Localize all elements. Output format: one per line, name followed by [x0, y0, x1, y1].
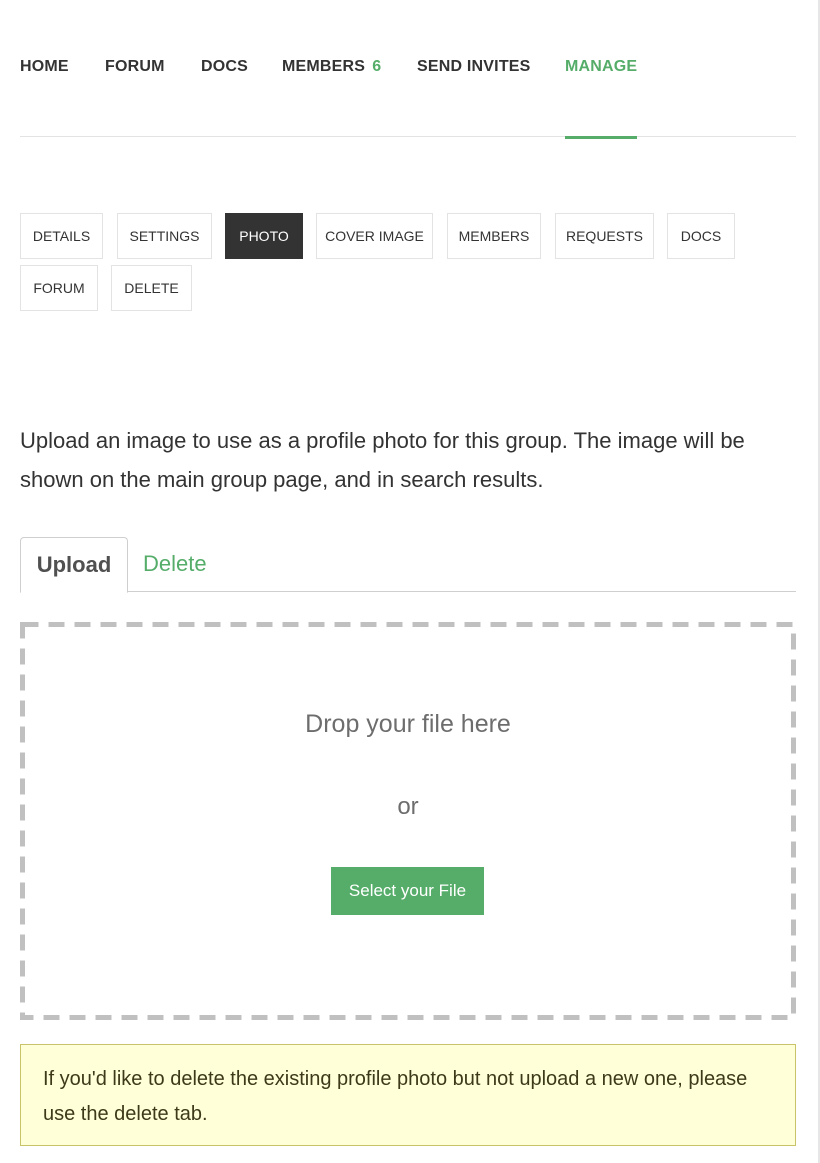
nav-forum-label: FORUM: [105, 58, 165, 75]
intro-text: Upload an image to use as a profile phot…: [20, 428, 745, 492]
nav-home[interactable]: HOME: [20, 58, 69, 137]
photo-tabs: Upload Delete: [20, 537, 796, 593]
subnav-cover-image-label: COVER IMAGE: [325, 228, 424, 244]
subnav-photo[interactable]: PHOTO: [225, 213, 303, 259]
tab-upload[interactable]: Upload: [20, 537, 128, 593]
nav-docs-label: DOCS: [201, 58, 249, 75]
members-count-badge: 6: [372, 58, 382, 75]
nav-manage[interactable]: MANAGE: [565, 58, 638, 139]
subnav-forum-label: FORUM: [33, 280, 85, 296]
subnav-requests-label: REQUESTS: [565, 228, 643, 244]
subnav-photo-label: PHOTO: [239, 228, 289, 244]
tab-upload-label: Upload: [36, 552, 112, 577]
nav-send-invites[interactable]: SEND INVITES: [417, 58, 531, 137]
nav-members-label: MEMBERS: [282, 58, 366, 75]
file-dropzone[interactable]: Drop your file here or Select your File: [20, 622, 796, 1020]
subnav-docs[interactable]: DOCS: [667, 213, 735, 259]
nav-members[interactable]: MEMBERS 6: [282, 58, 381, 137]
subnav-delete[interactable]: DELETE: [111, 265, 192, 311]
select-file-button[interactable]: Select your File: [331, 867, 484, 915]
nav-send-invites-label: SEND INVITES: [417, 58, 531, 75]
delete-info-notice: If you'd like to delete the existing pro…: [20, 1044, 796, 1146]
subnav-forum[interactable]: FORUM: [20, 265, 98, 311]
nav-manage-label: MANAGE: [565, 58, 638, 75]
subnav-cover-image[interactable]: COVER IMAGE: [316, 213, 433, 259]
tab-delete-label: Delete: [143, 551, 207, 576]
subnav-requests[interactable]: REQUESTS: [555, 213, 654, 259]
subnav-delete-label: DELETE: [124, 280, 179, 296]
nav-forum[interactable]: FORUM: [105, 58, 165, 137]
subnav-settings-label: SETTINGS: [129, 228, 200, 244]
primary-nav: HOME FORUM DOCS MEMBERS 6 SEND INVITES MA…: [20, 0, 796, 139]
tab-delete[interactable]: Delete: [143, 537, 207, 592]
subnav-members-label: MEMBERS: [458, 228, 530, 244]
or-separator: or: [397, 793, 419, 820]
subnav-details[interactable]: DETAILS: [20, 213, 103, 259]
nav-home-label: HOME: [20, 58, 69, 75]
dropzone-dashed-border: [20, 622, 796, 1020]
drop-file-text: Drop your file here: [305, 710, 511, 738]
subnav-members[interactable]: MEMBERS: [447, 213, 541, 259]
notice-text: If you'd like to delete the existing pro…: [43, 1068, 748, 1125]
page: HOME FORUM DOCS MEMBERS 6 SEND INVITES MA…: [0, 0, 820, 1163]
subnav-details-label: DETAILS: [32, 228, 91, 244]
subnav-docs-label: DOCS: [680, 228, 722, 244]
subnav-settings[interactable]: SETTINGS: [117, 213, 212, 259]
nav-docs[interactable]: DOCS: [201, 58, 248, 137]
